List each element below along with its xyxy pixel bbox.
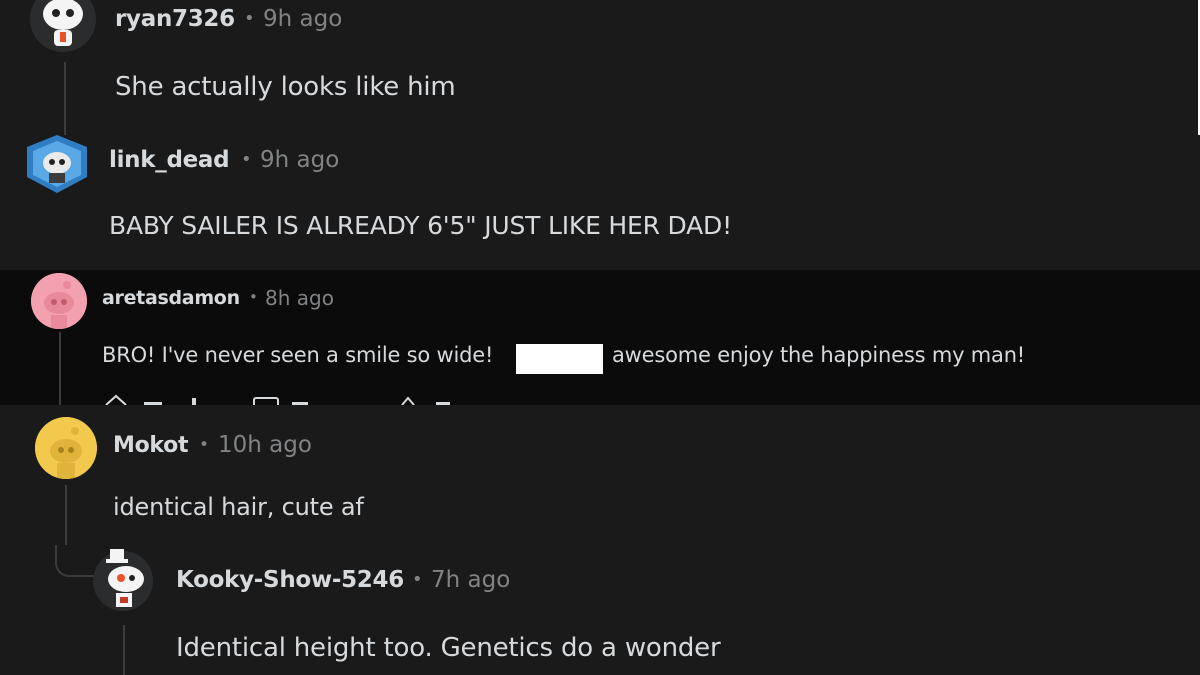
- meta-separator: •: [244, 8, 255, 29]
- comment-username[interactable]: ryan7326: [115, 6, 235, 32]
- comment-panel-link-dead: link_dead • 9h ago BABY SAILER IS ALREAD…: [0, 135, 1200, 270]
- redaction-box: [516, 344, 603, 374]
- comment-timestamp[interactable]: 7h ago: [431, 567, 510, 593]
- meta-separator: •: [249, 288, 258, 306]
- meta-separator: •: [199, 435, 210, 455]
- comment-body: Identical height too. Genetics do a wond…: [176, 633, 721, 663]
- snoo-tophat-avatar-icon[interactable]: [92, 543, 154, 611]
- comment-action-bar: [104, 394, 464, 405]
- snoo-shield-avatar-icon[interactable]: [25, 135, 89, 195]
- reply-connector: [55, 545, 97, 577]
- comment-timestamp[interactable]: 9h ago: [260, 147, 339, 173]
- comment-body: BABY SAILER IS ALREADY 6'5" JUST LIKE HE…: [109, 211, 732, 240]
- comment-panel-mokot: Mokot • 10h ago identical hair, cute af …: [0, 405, 1200, 675]
- thread-line[interactable]: [65, 485, 67, 545]
- comment-panel-ryan7326: ryan7326 • 9h ago She actually looks lik…: [0, 0, 1198, 135]
- snoo-skull-avatar-icon[interactable]: [30, 0, 96, 52]
- comment-timestamp[interactable]: 10h ago: [218, 432, 312, 458]
- comment-body-after-redaction: awesome enjoy the happiness my man!: [612, 343, 1026, 367]
- comment-username[interactable]: link_dead: [109, 147, 230, 173]
- comment-username[interactable]: Mokot: [113, 433, 188, 458]
- comment-body: identical hair, cute af: [113, 493, 364, 521]
- meta-separator: •: [412, 569, 423, 590]
- comment-timestamp[interactable]: 8h ago: [265, 286, 334, 310]
- thread-line[interactable]: [123, 625, 125, 675]
- comment-timestamp[interactable]: 9h ago: [263, 6, 342, 32]
- thread-line[interactable]: [59, 332, 61, 405]
- comment-username[interactable]: aretasdamon: [102, 287, 240, 309]
- comment-body-before-redaction: BRO! I've never seen a smile so wide!: [102, 343, 494, 367]
- comment-panel-aretasdamon: aretasdamon • 8h ago BRO! I've never see…: [0, 270, 1200, 405]
- snoo-pink-avatar-icon[interactable]: [31, 273, 87, 329]
- comment-body: She actually looks like him: [115, 72, 456, 102]
- comment-username[interactable]: Kooky-Show-5246: [176, 567, 404, 593]
- meta-separator: •: [241, 149, 252, 170]
- snoo-yellow-avatar-icon[interactable]: [35, 417, 97, 479]
- thread-line[interactable]: [64, 62, 66, 135]
